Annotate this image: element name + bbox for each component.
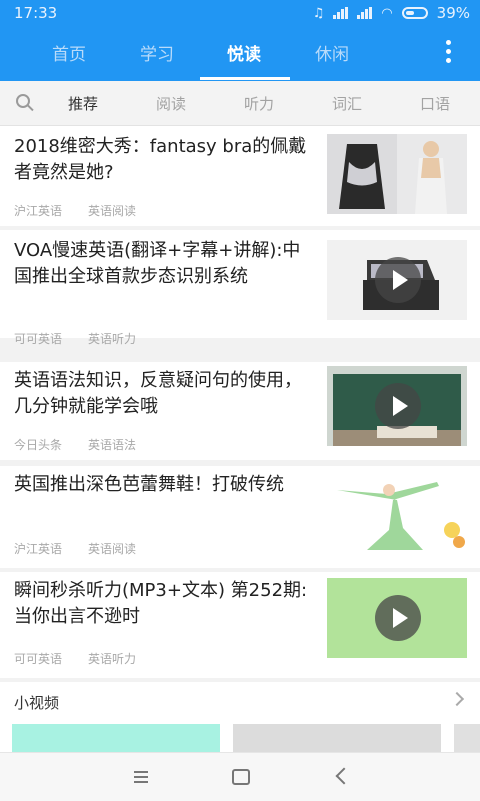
article-title: 英语语法知识，反意疑问句的使用，几分钟就能学会哦 [14,370,302,417]
play-icon[interactable] [375,383,421,429]
article-source: 沪江英语 [14,542,63,556]
battery-percent: 39% [436,4,470,22]
article-category: 英语听力 [88,332,137,346]
chevron-right-icon[interactable] [449,691,465,707]
article-meta: 沪江英语 英语阅读 [14,540,136,557]
article-thumbnail[interactable] [327,134,467,214]
battery-icon [401,7,428,19]
article-title: 英国推出深色芭蕾舞鞋！打破传统 [14,474,284,495]
signal-icon [333,7,349,19]
mute-icon: ♫ [312,5,325,21]
subtab-recommend[interactable]: 推荐 [68,93,98,114]
article-item[interactable]: VOA慢速英语(翻译+字幕+讲解):中国推出全球首款步态识别系统 可可英语 英语听… [0,230,480,346]
system-nav-bar [0,752,480,801]
tab-home[interactable]: 首页 [52,40,86,65]
article-thumbnail[interactable] [327,578,467,658]
article-category: 英语阅读 [88,204,137,218]
active-tab-indicator [200,77,290,80]
article-category: 英语语法 [88,438,137,452]
article-category: 英语听力 [88,652,137,666]
search-icon[interactable] [16,94,30,108]
status-bar: 17:33 ♫ ◠ 39% [0,0,480,26]
back-icon[interactable] [335,767,353,785]
article-title: 2018维密大秀：fantasy bra的佩戴者竟然是她? [14,136,307,183]
tab-study[interactable]: 学习 [140,40,174,65]
article-title: 瞬间秒杀听力(MP3+文本) 第252期:当你出言不逊时 [14,580,308,627]
sub-tab-bar: 推荐 阅读 听力 词汇 口语 [0,81,480,126]
status-icons: ♫ ◠ 39% [313,4,470,22]
article-item[interactable]: 英语语法知识，反意疑问句的使用，几分钟就能学会哦 今日头条 英语语法 [0,362,480,460]
menu-icon[interactable] [134,771,148,786]
subtab-reading[interactable]: 阅读 [156,93,186,114]
article-item[interactable]: 英国推出深色芭蕾舞鞋！打破传统 沪江英语 英语阅读 [0,466,480,568]
article-title: VOA慢速英语(翻译+字幕+讲解):中国推出全球首款步态识别系统 [14,240,301,287]
article-category: 英语阅读 [88,542,137,556]
article-thumbnail[interactable] [327,366,467,446]
article-item[interactable]: 瞬间秒杀听力(MP3+文本) 第252期:当你出言不逊时 可可英语 英语听力 [0,572,480,678]
subtab-vocabulary[interactable]: 词汇 [332,93,362,114]
section-title: 小视频 [14,694,60,712]
article-meta: 可可英语 英语听力 [14,330,136,347]
top-tab-bar: 首页 学习 悦读 休闲 [0,26,480,81]
article-source: 今日头条 [14,438,63,452]
article-meta: 沪江英语 英语阅读 [14,202,136,219]
article-thumbnail[interactable] [327,240,467,320]
article-meta: 可可英语 英语听力 [14,650,136,667]
play-icon[interactable] [375,595,421,641]
short-video-tile[interactable] [454,724,480,752]
subtab-speaking[interactable]: 口语 [420,93,450,114]
article-source: 可可英语 [14,332,63,346]
article-source: 可可英语 [14,652,63,666]
tab-leisure[interactable]: 休闲 [315,40,349,65]
home-icon[interactable] [232,769,250,785]
wifi-icon: ◠ [381,5,393,21]
signal-icon-2 [357,7,373,19]
article-source: 沪江英语 [14,204,63,218]
play-icon[interactable] [375,257,421,303]
article-thumbnail[interactable] [327,470,467,552]
short-video-tile[interactable] [12,724,220,752]
short-videos-section: 小视频 [0,682,480,752]
subtab-listening[interactable]: 听力 [244,93,274,114]
article-meta: 今日头条 英语语法 [14,436,136,453]
tab-reading[interactable]: 悦读 [227,40,261,65]
status-time: 17:33 [14,4,58,22]
more-menu-icon[interactable] [446,40,452,64]
article-item[interactable]: 2018维密大秀：fantasy bra的佩戴者竟然是她? 沪江英语 英语阅读 [0,126,480,226]
short-video-tile[interactable] [233,724,441,752]
